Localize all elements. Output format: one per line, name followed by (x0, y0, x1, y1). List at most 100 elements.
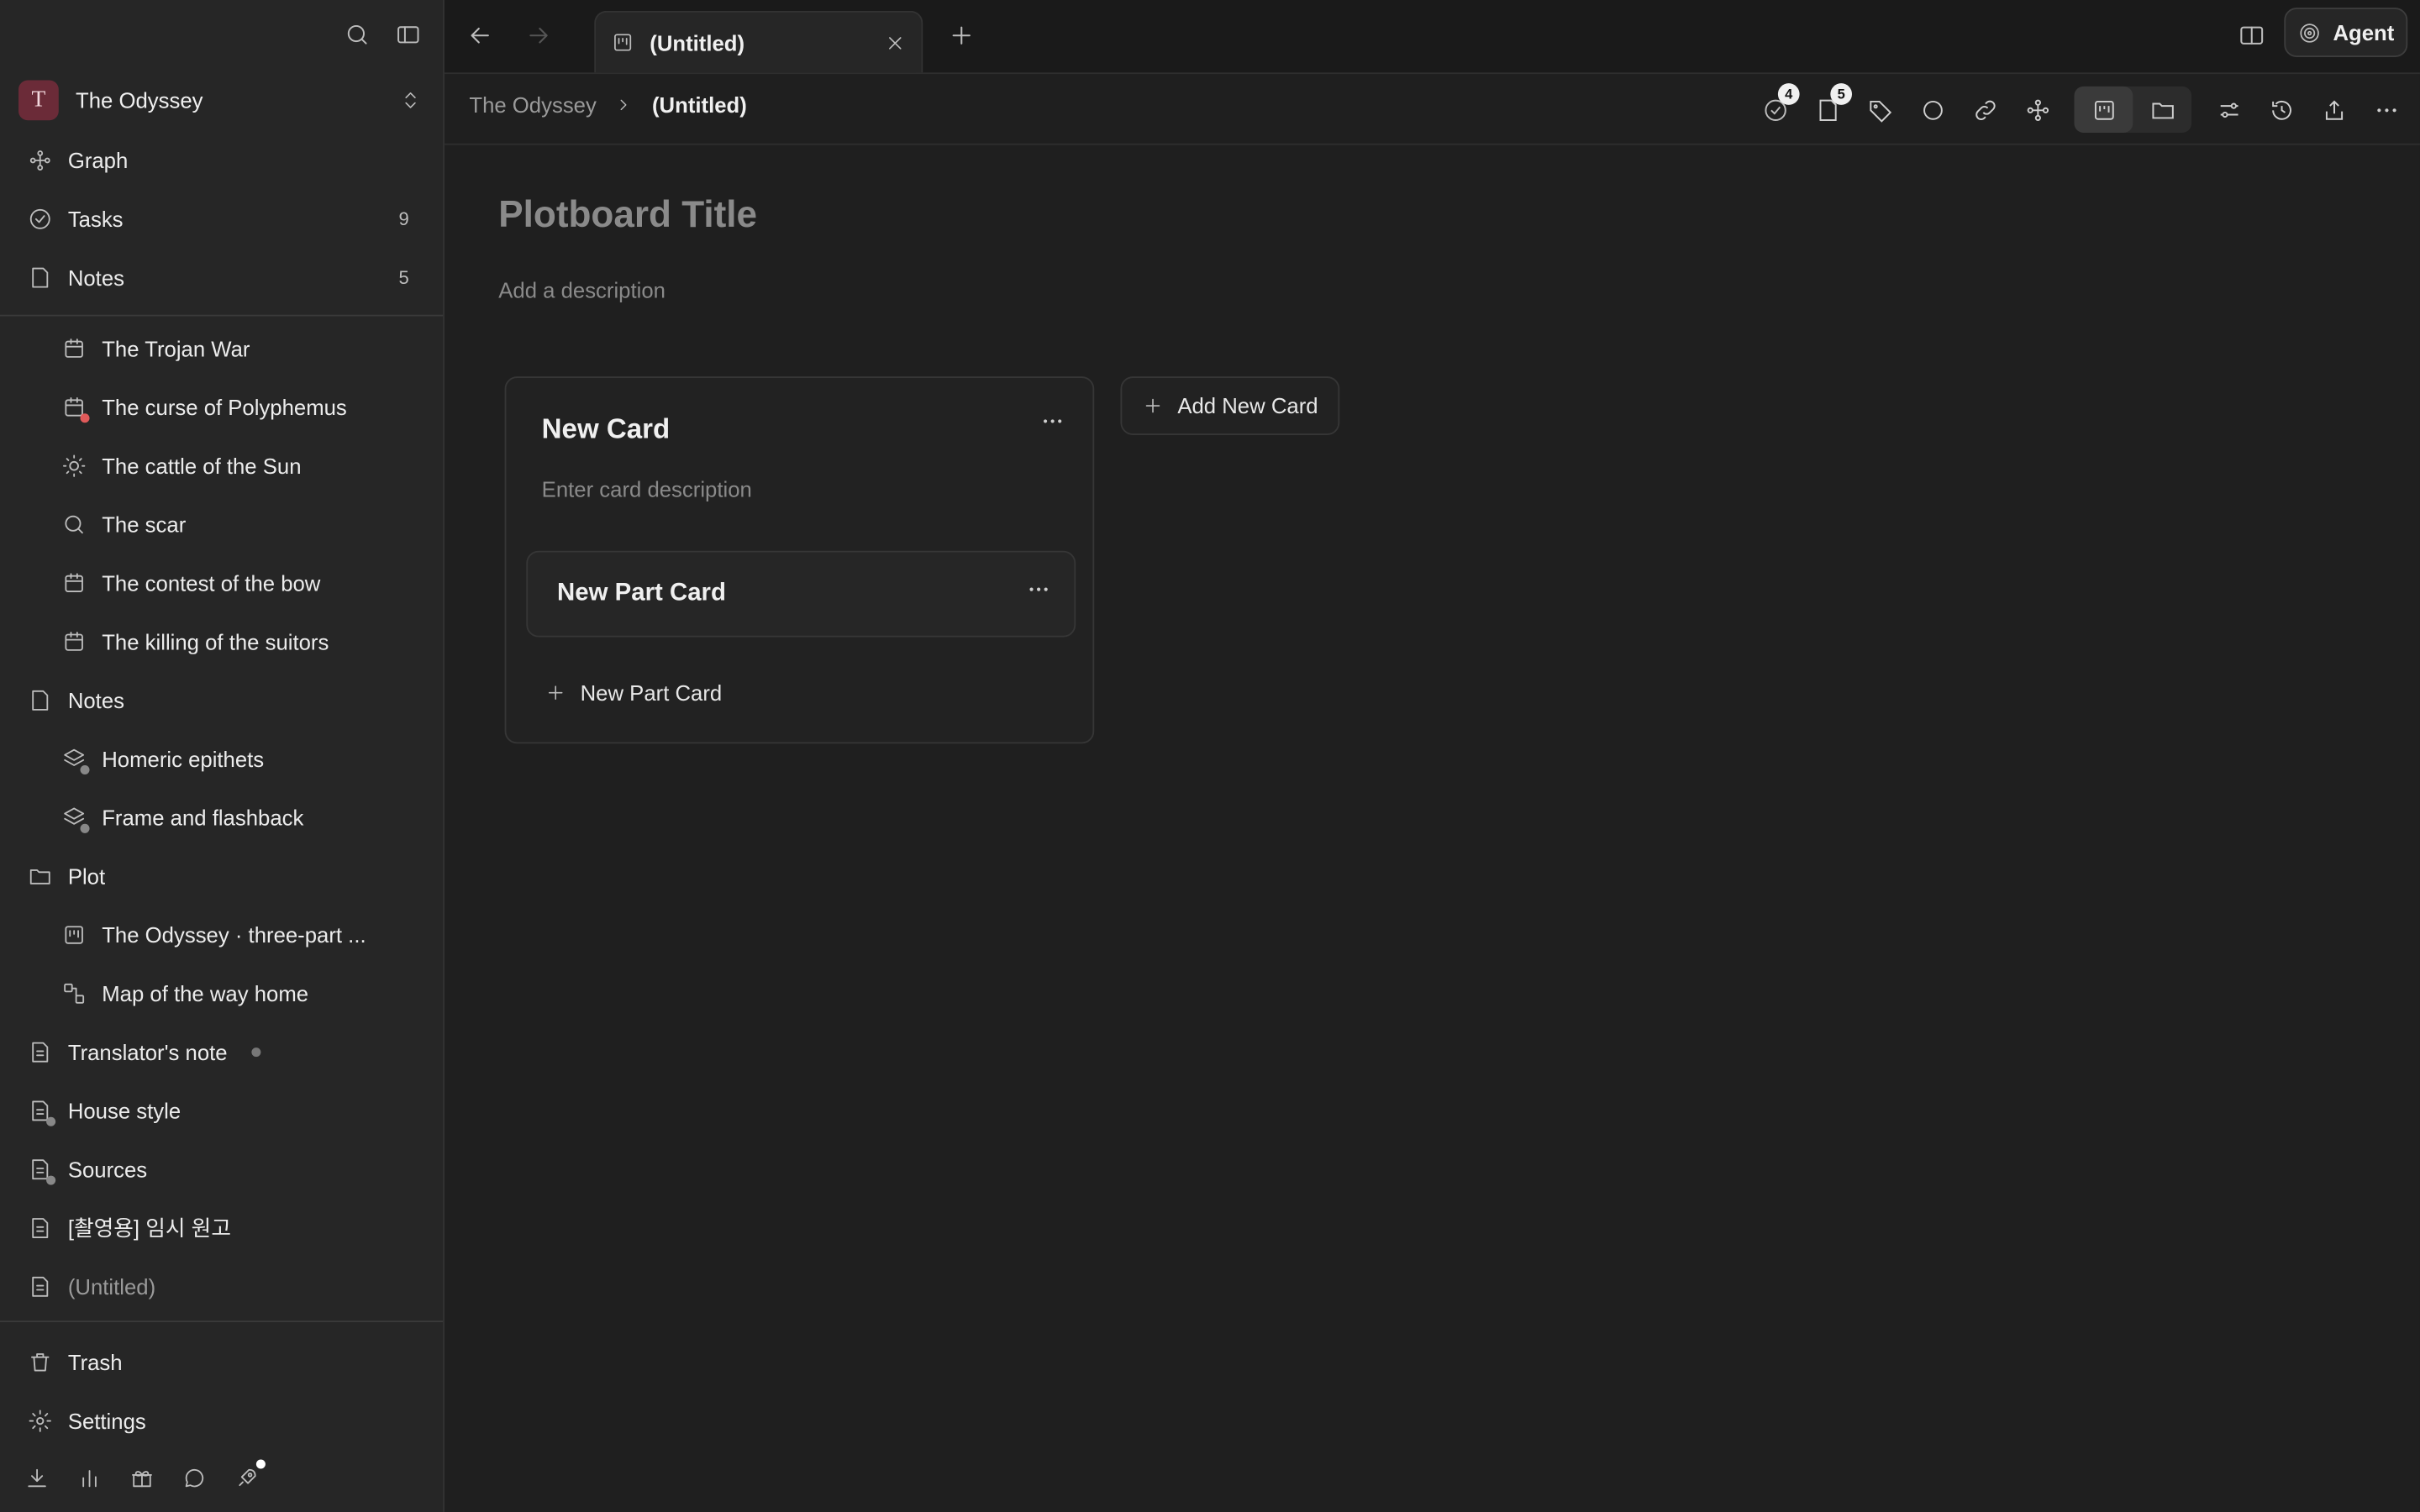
rocket-icon[interactable] (234, 1459, 266, 1490)
notes-button[interactable]: 5 (1812, 83, 1853, 131)
history-icon[interactable] (2265, 88, 2296, 131)
status-circle-icon[interactable] (1917, 88, 1948, 131)
agent-label: Agent (2333, 19, 2395, 45)
sidebar-item-house-style[interactable]: House style (0, 1082, 443, 1141)
sidebar-item-map-of-the-way-home[interactable]: Map of the way home (0, 964, 443, 1023)
sidebar-item-tasks[interactable]: Tasks 9 (0, 190, 443, 249)
sidebar-item-label: The scar (102, 512, 187, 538)
tab-untitled[interactable]: (Untitled) (594, 10, 923, 73)
part-card[interactable]: New Part Card (526, 550, 1076, 638)
calendar-icon (61, 571, 86, 596)
agent-button[interactable]: Agent (2284, 8, 2408, 57)
part-card-title[interactable]: New Part Card (557, 580, 726, 608)
breadcrumb-root[interactable]: The Odyssey (469, 92, 596, 117)
sidebar-item-label: Map of the way home (102, 981, 309, 1006)
tab-label: (Untitled) (650, 29, 745, 55)
calendar-icon (61, 336, 86, 360)
sidebar-item-temp-draft[interactable]: [촬영용] 임시 원고 (0, 1199, 443, 1257)
sidebar-item-untitled[interactable]: (Untitled) (0, 1257, 443, 1316)
sidebar-item-sources[interactable]: Sources (0, 1140, 443, 1199)
status-dot (46, 1116, 56, 1126)
check-circle-icon (28, 207, 52, 231)
trash-icon (28, 1350, 52, 1374)
forward-arrow-icon[interactable] (524, 22, 552, 50)
sidebar-item-the-scar[interactable]: The scar (0, 496, 443, 554)
layers-icon (61, 747, 90, 775)
stats-icon[interactable] (77, 1466, 102, 1490)
sidebar-toggle-icon[interactable] (395, 22, 421, 48)
sidebar-item-trash[interactable]: Trash (0, 1333, 443, 1392)
workspace-switcher[interactable]: T The Odyssey (18, 80, 422, 121)
sidebar-item-graph[interactable]: Graph (0, 131, 443, 190)
new-part-card-button[interactable]: New Part Card (544, 680, 722, 705)
split-view-icon[interactable] (2238, 22, 2265, 50)
sidebar-item-three-part[interactable]: The Odyssey · three-part ... (0, 906, 443, 964)
status-dot (80, 413, 90, 423)
workspace-avatar: T (18, 80, 59, 121)
more-icon[interactable] (2370, 88, 2402, 131)
sidebar-item-settings[interactable]: Settings (0, 1392, 443, 1451)
sidebar-item-label: Settings (67, 1408, 146, 1434)
sidebar-item-label: The Trojan War (102, 336, 250, 361)
calendar-icon (61, 395, 90, 423)
plus-icon (1142, 395, 1164, 417)
document-icon (28, 1099, 56, 1126)
sidebar-item-frame-and-flashback[interactable]: Frame and flashback (0, 789, 443, 848)
sidebar-item-notes-folder[interactable]: Notes (0, 671, 443, 730)
card-description-input[interactable]: Enter card description (542, 477, 752, 501)
sidebar-item-label: Frame and flashback (102, 805, 304, 831)
sidebar-item-homeric-epithets[interactable]: Homeric epithets (0, 730, 443, 789)
search-icon[interactable] (345, 22, 371, 48)
plotboard-view-icon[interactable] (2074, 86, 2133, 133)
toolbar: 4 5 (1760, 83, 2402, 133)
notification-dot (255, 1459, 266, 1469)
unsaved-dot (251, 1047, 261, 1058)
breadcrumb: The Odyssey (Untitled) (469, 92, 746, 117)
share-icon[interactable] (2318, 88, 2349, 131)
sidebar-item-the-curse-of-polyphemus[interactable]: The curse of Polyphemus (0, 378, 443, 437)
chevron-updown-icon (400, 90, 422, 112)
sidebar-item-label: Sources (67, 1157, 148, 1182)
sidebar-item-the-killing-of-the-suitors[interactable]: The killing of the suitors (0, 612, 443, 671)
add-new-card-button[interactable]: Add New Card (1120, 376, 1340, 435)
new-tab-icon[interactable] (948, 22, 976, 50)
sidebar-item-the-cattle-of-the-sun[interactable]: The cattle of the Sun (0, 437, 443, 496)
tasks-count: 9 (398, 207, 409, 230)
plotboard-icon (61, 922, 86, 947)
sidebar-item-label: House style (67, 1098, 182, 1124)
tag-icon[interactable] (1865, 88, 1896, 131)
part-card-more-icon[interactable] (1026, 577, 1050, 601)
sidebar-item-label: Tasks (67, 207, 124, 232)
sidebar-item-notes[interactable]: Notes 5 (0, 249, 443, 307)
plotboard-icon (611, 31, 634, 55)
add-new-card-label: Add New Card (1177, 393, 1318, 418)
chat-icon[interactable] (182, 1466, 207, 1490)
chevron-right-icon (615, 96, 634, 114)
sidebar-item-translators-note[interactable]: Translator's note (0, 1023, 443, 1082)
back-arrow-icon[interactable] (466, 22, 494, 50)
download-icon[interactable] (24, 1466, 49, 1490)
folder-icon[interactable] (2133, 87, 2191, 133)
link-icon[interactable] (1970, 88, 2001, 131)
tasks-button[interactable]: 4 (1760, 83, 1800, 131)
plotboard-title-input[interactable]: Plotboard Title (498, 194, 757, 237)
sidebar-item-plot[interactable]: Plot (0, 847, 443, 906)
sidebar-divider (0, 314, 444, 317)
sidebar: T The Odyssey Graph Tasks 9 Notes 5 The … (0, 0, 445, 1512)
plot-card[interactable]: New Card Enter card description New Part… (504, 376, 1095, 744)
sidebar-item-label: Notes (67, 688, 124, 713)
sidebar-item-the-contest-of-the-bow[interactable]: The contest of the bow (0, 554, 443, 612)
sidebar-item-the-trojan-war[interactable]: The Trojan War (0, 319, 443, 378)
notes-badge: 5 (1830, 83, 1853, 105)
tasks-badge: 4 (1777, 83, 1800, 105)
plotboard-description-input[interactable]: Add a description (498, 278, 666, 302)
sidebar-item-label: (Untitled) (67, 1274, 156, 1299)
graph-icon[interactable] (2022, 88, 2053, 131)
notes-count: 5 (398, 266, 409, 289)
card-more-icon[interactable] (1040, 409, 1065, 433)
gift-icon[interactable] (129, 1466, 154, 1490)
close-icon[interactable] (884, 32, 906, 54)
sidebar-item-label: Homeric epithets (102, 746, 265, 772)
card-title[interactable]: New Card (542, 413, 671, 446)
sliders-icon[interactable] (2213, 88, 2244, 131)
